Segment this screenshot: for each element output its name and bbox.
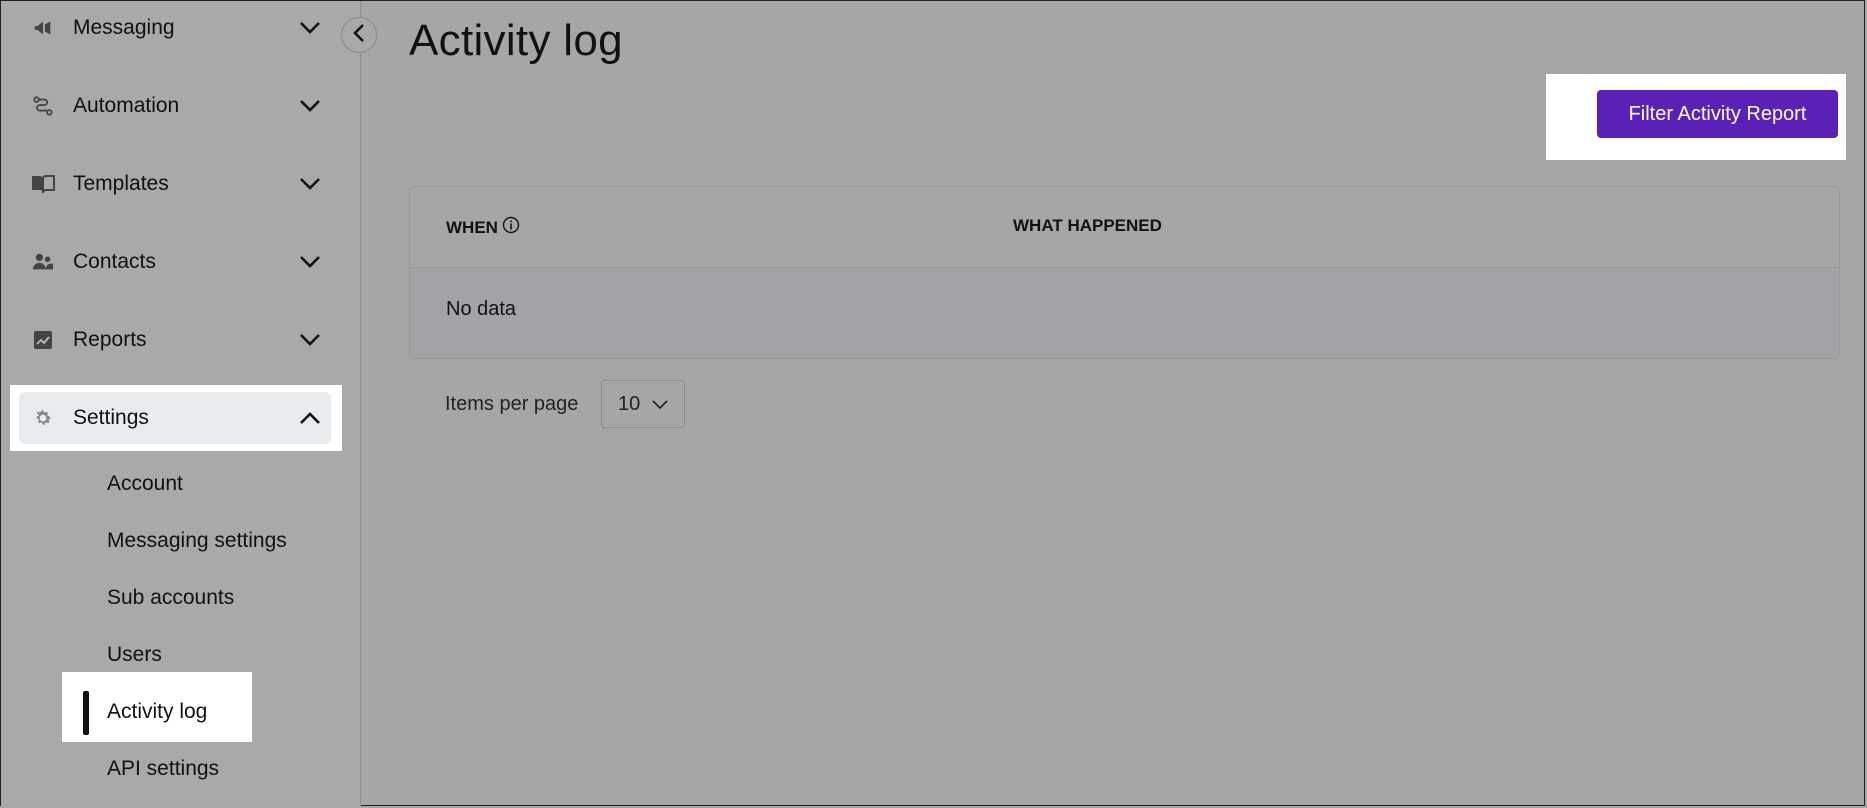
chevron-down-icon[interactable] xyxy=(297,249,323,275)
table-body: No data xyxy=(410,268,1839,358)
sidebar-item-label: Templates xyxy=(73,172,169,195)
empty-state-text: No data xyxy=(446,298,517,320)
sidebar-collapse-button[interactable] xyxy=(341,17,377,53)
people-icon xyxy=(31,250,55,274)
sidebar-item-label: Automation xyxy=(73,94,180,117)
info-icon[interactable] xyxy=(502,216,520,239)
sidebar-item-reports[interactable]: Reports xyxy=(19,314,331,366)
sidebar-item-messaging[interactable]: Messaging xyxy=(19,2,331,54)
table-header: WHEN WHAT HAPPENED xyxy=(410,187,1839,268)
gear-icon xyxy=(31,406,55,430)
megaphone-icon xyxy=(31,16,55,40)
activity-table: WHEN WHAT HAPPENED No data xyxy=(409,186,1840,359)
flow-icon xyxy=(31,94,55,118)
sidebar-subitem-api-settings[interactable]: API settings xyxy=(107,757,219,781)
sidebar-subitem-activity-log[interactable]: Activity log xyxy=(107,700,207,724)
active-indicator xyxy=(83,691,89,735)
chart-icon xyxy=(31,328,55,352)
sidebar-item-label: Reports xyxy=(73,328,147,351)
items-per-page-label: Items per page xyxy=(445,393,579,415)
sidebar-item-contacts[interactable]: Contacts xyxy=(19,236,331,288)
items-per-page-value: 10 xyxy=(618,392,641,415)
sidebar: Messaging Automation Templates Contacts xyxy=(1,1,361,807)
sidebar-subitem-messaging-settings[interactable]: Messaging settings xyxy=(107,529,287,553)
sidebar-subitem-users[interactable]: Users xyxy=(107,643,162,667)
chevron-down-icon[interactable] xyxy=(297,93,323,119)
items-per-page-select[interactable]: 10 xyxy=(601,380,685,428)
chevron-left-icon xyxy=(352,23,366,48)
column-header-when[interactable]: WHEN xyxy=(446,216,520,239)
sidebar-subitem-sub-accounts[interactable]: Sub accounts xyxy=(107,586,234,610)
sidebar-item-label: Contacts xyxy=(73,250,156,273)
book-icon xyxy=(31,172,55,196)
sidebar-item-automation[interactable]: Automation xyxy=(19,80,331,132)
sidebar-subitem-account[interactable]: Account xyxy=(107,472,183,496)
sidebar-item-label: Settings xyxy=(73,406,149,429)
filter-activity-report-button[interactable]: Filter Activity Report xyxy=(1597,90,1838,138)
chevron-down-icon[interactable] xyxy=(297,15,323,41)
chevron-up-icon[interactable] xyxy=(297,405,323,431)
sidebar-item-label: Messaging xyxy=(73,16,175,39)
chevron-down-icon xyxy=(652,393,668,416)
chevron-down-icon[interactable] xyxy=(297,327,323,353)
sidebar-item-templates[interactable]: Templates xyxy=(19,158,331,210)
column-header-what-happened: WHAT HAPPENED xyxy=(1013,216,1162,235)
page-title: Activity log xyxy=(409,16,623,65)
chevron-down-icon[interactable] xyxy=(297,171,323,197)
sidebar-item-settings[interactable]: Settings xyxy=(19,392,331,444)
